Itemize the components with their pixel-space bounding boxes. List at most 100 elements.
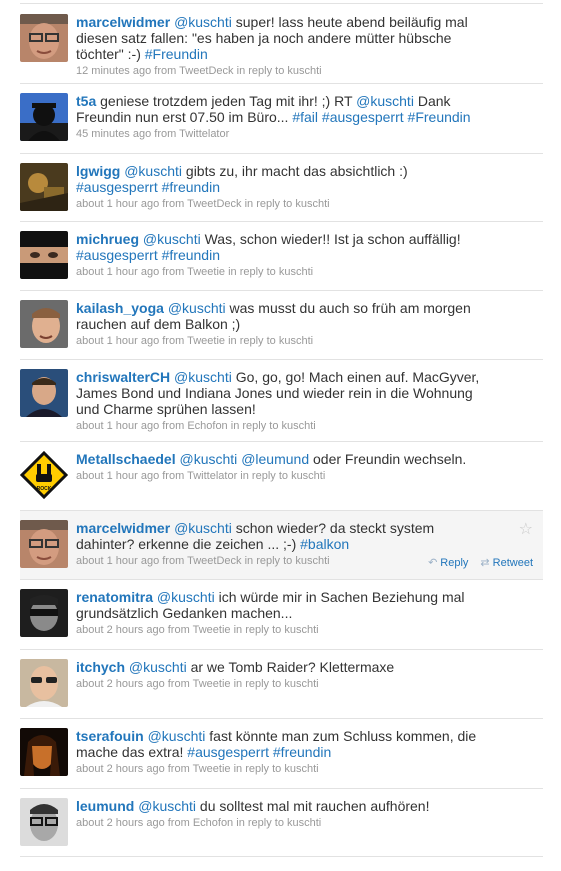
username-link[interactable]: Metallschaedel (76, 451, 176, 467)
source-link[interactable]: TweetDeck (187, 555, 241, 567)
tweet-text-fragment: gibts zu, ihr macht das absichtlich :) (182, 163, 408, 179)
reply-button[interactable]: ↶ Reply (428, 556, 468, 569)
username-link[interactable]: leumund (76, 798, 134, 814)
tweet-item: kailash_yoga @kuschti was musst du auch … (20, 291, 543, 360)
username-link[interactable]: kailash_yoga (76, 300, 164, 316)
favorite-star-icon[interactable]: ☆ (519, 519, 533, 539)
timestamp-link[interactable]: about 1 hour ago (76, 420, 159, 432)
source-link[interactable]: TweetDeck (179, 65, 233, 77)
mention-link[interactable]: @kuschti (138, 798, 196, 814)
timestamp-link[interactable]: 12 minutes ago (76, 65, 151, 77)
avatar-rock-sign-icon[interactable]: ROCK (20, 451, 68, 499)
username-link[interactable]: tserafouin (76, 728, 144, 744)
source-link[interactable]: Echofon (187, 420, 227, 432)
username-link[interactable]: chriswalterCH (76, 369, 170, 385)
hashtag-link[interactable]: #freundin (162, 179, 220, 195)
in-reply-to-link[interactable]: kuschti (287, 65, 321, 77)
in-reply-to-link[interactable]: kuschti (282, 420, 316, 432)
avatar-man-smiling-icon[interactable] (20, 369, 68, 417)
source-link[interactable]: TweetDeck (187, 198, 241, 210)
tweet-text: renatomitra @kuschti ich würde mir in Sa… (76, 589, 486, 621)
mention-link[interactable]: @leumund (241, 451, 309, 467)
in-reply-to-label: in reply to (230, 763, 285, 775)
mention-link[interactable]: @kuschti (174, 369, 232, 385)
hashtag-link[interactable]: #freundin (273, 744, 331, 760)
avatar-man-face-icon[interactable] (20, 300, 68, 348)
hashtag-link[interactable]: #freundin (162, 247, 220, 263)
mention-link[interactable]: @kuschti (143, 231, 201, 247)
mention-link[interactable]: @kuschti (356, 93, 414, 109)
username-link[interactable]: michrueg (76, 231, 139, 247)
in-reply-to-link[interactable]: kuschti (279, 335, 313, 347)
in-reply-to-link[interactable]: kuschti (279, 266, 313, 278)
mention-link[interactable]: @kuschti (180, 451, 238, 467)
mention-link[interactable]: @kuschti (168, 300, 226, 316)
timestamp-link[interactable]: about 2 hours ago (76, 678, 165, 690)
source-link[interactable]: Tweetie (193, 763, 231, 775)
source-link[interactable]: Tweetie (187, 266, 225, 278)
timestamp-link[interactable]: about 2 hours ago (76, 763, 165, 775)
avatar-bw-sunglasses-icon[interactable] (20, 589, 68, 637)
username-link[interactable]: marcelwidmer (76, 520, 170, 536)
username-link[interactable]: itchych (76, 659, 125, 675)
avatar-man-bw-glasses-icon[interactable] (20, 798, 68, 846)
in-reply-to-link[interactable]: kuschti (284, 624, 318, 636)
mention-link[interactable]: @kuschti (148, 728, 206, 744)
tweet-body: chriswalterCH @kuschti Go, go, go! Mach … (76, 369, 486, 433)
mention-link[interactable]: @kuschti (124, 163, 182, 179)
source-link[interactable]: Twittelator (179, 128, 229, 140)
hashtag-link[interactable]: #fail (292, 109, 318, 125)
timestamp-link[interactable]: about 1 hour ago (76, 555, 159, 567)
username-link[interactable]: renatomitra (76, 589, 153, 605)
avatar-silhouette-icon[interactable] (20, 93, 68, 141)
username-link[interactable]: t5a (76, 93, 96, 109)
username-link[interactable]: marcelwidmer (76, 14, 170, 30)
tweet-body: lgwigg @kuschti gibts zu, ihr macht das … (76, 163, 486, 211)
in-reply-to-link[interactable]: kuschti (295, 198, 329, 210)
timestamp-link[interactable]: about 1 hour ago (76, 266, 159, 278)
avatar-man-glasses-icon[interactable] (20, 14, 68, 62)
hashtag-link[interactable]: #Freundin (408, 109, 471, 125)
in-reply-to-link[interactable]: kuschti (284, 678, 318, 690)
mention-link[interactable]: @kuschti (157, 589, 215, 605)
hashtag-link[interactable]: #ausgesperrt (76, 179, 158, 195)
avatar-eyes-icon[interactable] (20, 231, 68, 279)
avatar-woman-dark-icon[interactable] (20, 728, 68, 776)
in-reply-to-link[interactable]: kuschti (284, 763, 318, 775)
source-link[interactable]: Tweetie (187, 335, 225, 347)
timestamp-link[interactable]: about 2 hours ago (76, 817, 165, 829)
in-reply-to-link[interactable]: kuschti (291, 470, 325, 482)
tweet-meta: 12 minutes ago from TweetDeck in reply t… (76, 64, 486, 78)
tweet-body: itchych @kuschti ar we Tomb Raider? Klet… (76, 659, 486, 691)
source-link[interactable]: Tweetie (193, 624, 231, 636)
tweet-meta: about 1 hour ago from Twittelator in rep… (76, 469, 486, 483)
timestamp-link[interactable]: about 1 hour ago (76, 335, 159, 347)
timestamp-link[interactable]: about 1 hour ago (76, 198, 159, 210)
hashtag-link[interactable]: #ausgesperrt (187, 744, 269, 760)
username-link[interactable]: lgwigg (76, 163, 120, 179)
tweet-body: Metallschaedel @kuschti @leumund oder Fr… (76, 451, 486, 483)
mention-link[interactable]: @kuschti (129, 659, 187, 675)
source-link[interactable]: Tweetie (193, 678, 231, 690)
from-label: from (159, 335, 188, 347)
avatar-brown-photo-icon[interactable] (20, 163, 68, 211)
timestamp-link[interactable]: about 1 hour ago (76, 470, 159, 482)
in-reply-to-link[interactable]: kuschti (287, 817, 321, 829)
hashtag-link[interactable]: #ausgesperrt (322, 109, 404, 125)
mention-link[interactable]: @kuschti (174, 520, 232, 536)
source-link[interactable]: Echofon (193, 817, 233, 829)
in-reply-to-link[interactable]: kuschti (295, 555, 329, 567)
hashtag-link[interactable]: #ausgesperrt (76, 247, 158, 263)
avatar-man-glasses-icon[interactable] (20, 520, 68, 568)
tweet-meta: about 2 hours ago from Tweetie in reply … (76, 762, 486, 776)
hashtag-link[interactable]: #Freundin (145, 46, 208, 62)
timestamp-link[interactable]: 45 minutes ago (76, 128, 151, 140)
retweet-button[interactable]: ⇄ Retweet (480, 556, 533, 569)
avatar-man-sunglasses-icon[interactable] (20, 659, 68, 707)
source-link[interactable]: Twittelator (187, 470, 237, 482)
tweet-text: chriswalterCH @kuschti Go, go, go! Mach … (76, 369, 486, 417)
timestamp-link[interactable]: about 2 hours ago (76, 624, 165, 636)
hashtag-link[interactable]: #balkon (300, 536, 349, 552)
mention-link[interactable]: @kuschti (174, 14, 232, 30)
tweet-text: marcelwidmer @kuschti schon wieder? da s… (76, 520, 486, 552)
